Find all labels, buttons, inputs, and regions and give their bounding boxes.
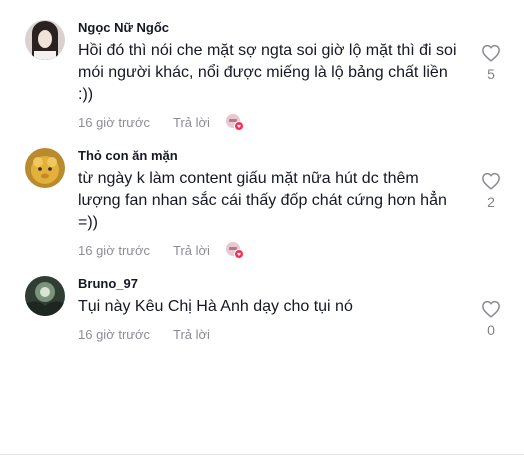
- username[interactable]: Thỏ con ăn mặn: [78, 148, 458, 164]
- heart-icon[interactable]: [481, 300, 501, 318]
- comment-body: Bruno_97 Tụi này Kêu Chị Hà Anh dạy cho …: [78, 276, 458, 344]
- like-count: 2: [487, 194, 495, 210]
- divider: [0, 454, 524, 455]
- reply-button[interactable]: Trả lời: [173, 243, 210, 258]
- comment-meta: 16 giờ trước Trả lời: [78, 240, 458, 260]
- like-group: 2: [476, 172, 506, 210]
- heart-icon[interactable]: [481, 172, 501, 190]
- like-group: 5: [476, 44, 506, 82]
- heart-icon[interactable]: [481, 44, 501, 62]
- avatar[interactable]: [25, 148, 65, 188]
- timestamp: 16 giờ trước: [78, 242, 150, 258]
- username[interactable]: Bruno_97: [78, 276, 458, 292]
- username[interactable]: Ngọc Nữ Ngốc: [78, 20, 458, 36]
- comment-text: Tụi này Kêu Chị Hà Anh dạy cho tụi nó: [78, 298, 353, 315]
- avatar[interactable]: [25, 276, 65, 316]
- comment-body: Thỏ con ăn mặn từ ngày k làm content giấ…: [78, 148, 458, 260]
- comment-text: Hồi đó thì nói che mặt sợ ngta soi giờ l…: [78, 42, 457, 103]
- like-group: 0: [476, 300, 506, 338]
- timestamp: 16 giờ trước: [78, 326, 150, 342]
- reply-button[interactable]: Trả lời: [173, 115, 210, 130]
- timestamp: 16 giờ trước: [78, 114, 150, 130]
- reply-button[interactable]: Trả lời: [173, 327, 210, 342]
- creator-liked-icon: [224, 241, 244, 259]
- comment-meta: 16 giờ trước Trả lời: [78, 112, 458, 132]
- creator-liked-icon: [224, 113, 244, 131]
- comment-body: Ngọc Nữ Ngốc Hồi đó thì nói che mặt sợ n…: [78, 20, 458, 132]
- like-count: 0: [487, 322, 495, 338]
- comment-meta: 16 giờ trước Trả lời: [78, 324, 458, 344]
- avatar[interactable]: [25, 20, 65, 60]
- like-count: 5: [487, 66, 495, 82]
- comment-text: từ ngày k làm content giấu mặt nữa hút d…: [78, 170, 447, 231]
